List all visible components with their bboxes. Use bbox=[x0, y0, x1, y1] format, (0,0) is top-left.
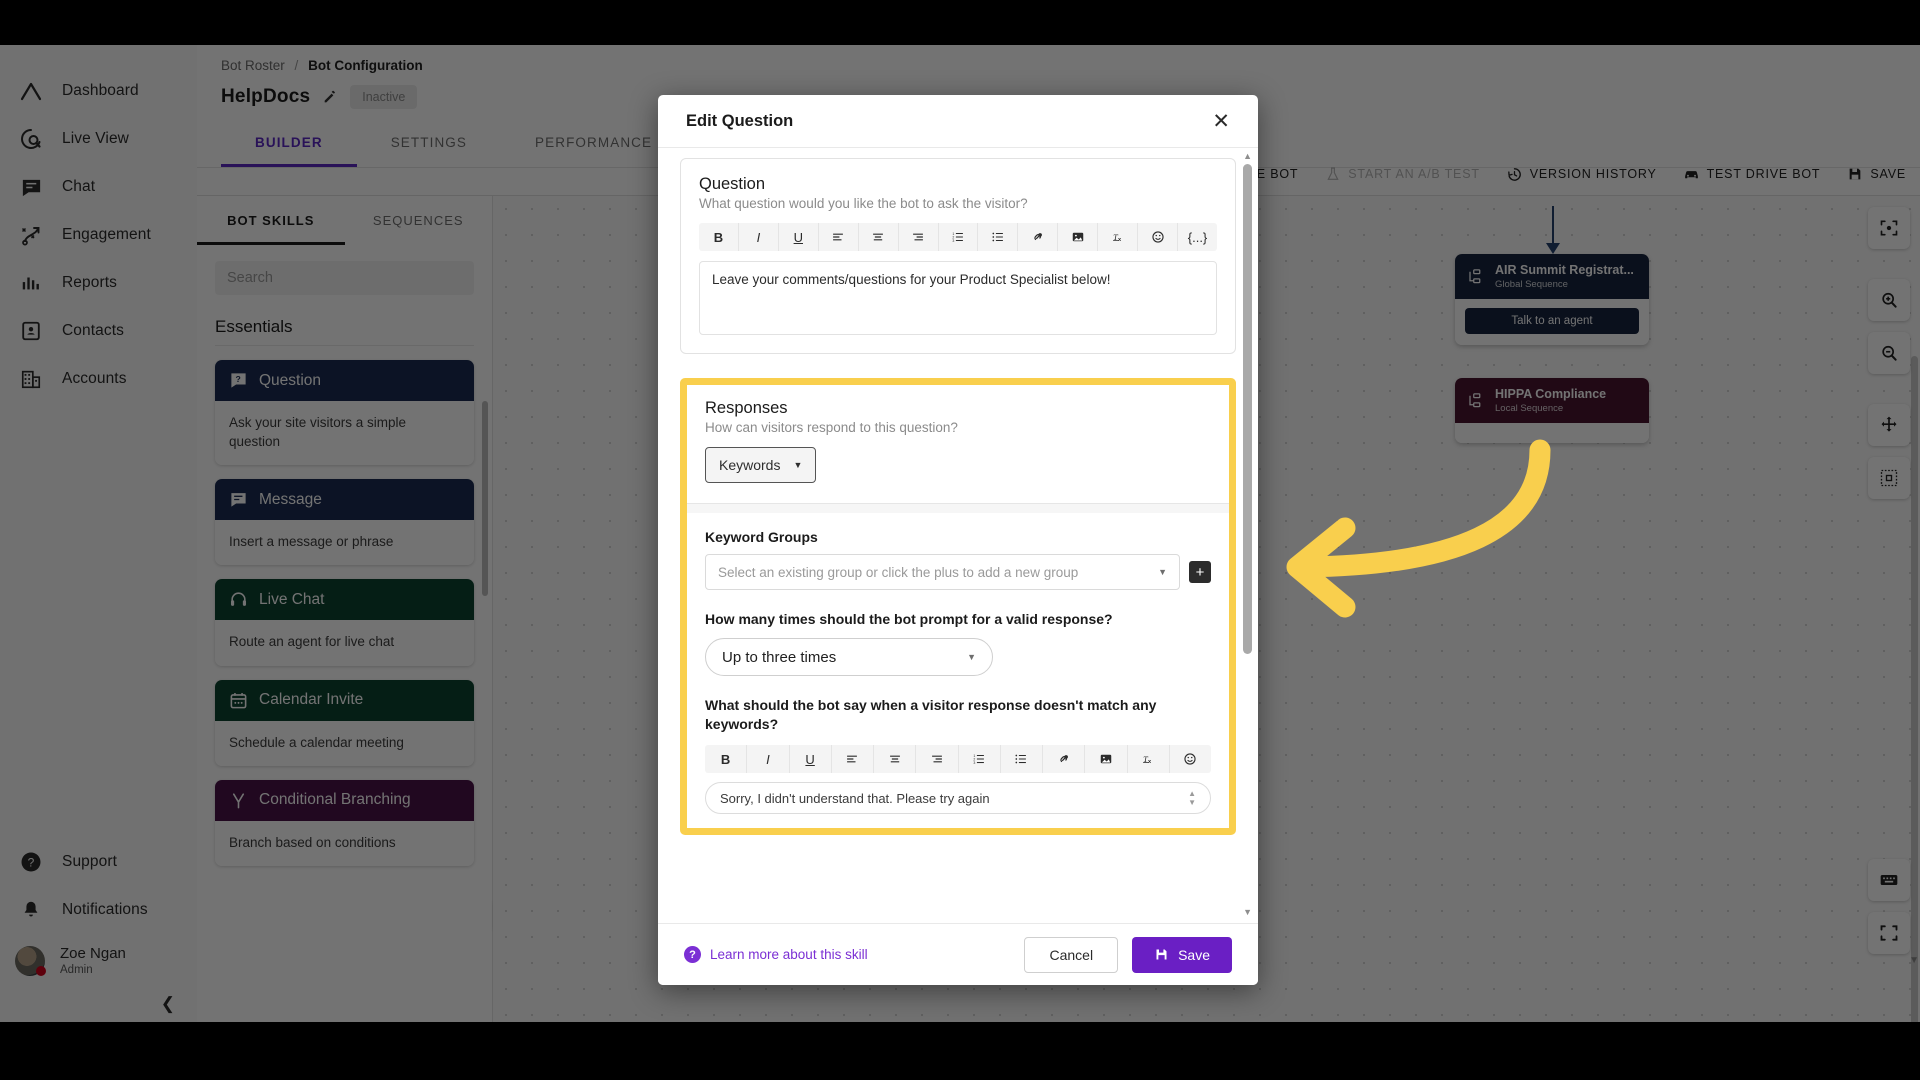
keyword-groups-placeholder: Select an existing group or click the pl… bbox=[718, 564, 1079, 580]
chevron-down-icon: ▼ bbox=[967, 652, 976, 663]
modal-title: Edit Question bbox=[686, 111, 794, 130]
chevron-down-icon: ▼ bbox=[793, 460, 803, 470]
fallback-message-value: Sorry, I didn't understand that. Please … bbox=[720, 790, 990, 806]
link-icon[interactable] bbox=[1018, 223, 1059, 251]
question-textarea[interactable]: Leave your comments/questions for your P… bbox=[699, 261, 1217, 335]
italic-button[interactable]: I bbox=[739, 223, 779, 251]
stepper-down-icon: ▼ bbox=[1188, 797, 1196, 807]
screen: Dashboard Live View Chat bbox=[0, 0, 1920, 1080]
keyword-groups-select[interactable]: Select an existing group or click the pl… bbox=[705, 554, 1180, 590]
chevron-down-icon[interactable]: ▼ bbox=[1243, 907, 1252, 917]
bold-button[interactable]: B bbox=[699, 223, 739, 251]
bullet-list-icon[interactable] bbox=[1001, 745, 1043, 774]
fallback-message-label: What should the bot say when a visitor r… bbox=[705, 697, 1157, 732]
svg-text:3: 3 bbox=[952, 239, 954, 243]
learn-more-link[interactable]: ? Learn more about this skill bbox=[684, 946, 868, 963]
close-icon[interactable]: ✕ bbox=[1212, 111, 1230, 132]
emoji-icon[interactable] bbox=[1138, 223, 1179, 251]
underline-icon: U bbox=[793, 229, 803, 245]
prompt-count-label: How many times should the bot prompt for… bbox=[705, 611, 1113, 627]
keyword-groups-row: Select an existing group or click the pl… bbox=[705, 554, 1211, 590]
bold-icon: B bbox=[720, 751, 731, 767]
footer-buttons: Cancel Save bbox=[1024, 936, 1232, 973]
underline-button[interactable]: U bbox=[790, 745, 832, 774]
fallback-message-input[interactable]: Sorry, I didn't understand that. Please … bbox=[705, 782, 1211, 815]
italic-icon: I bbox=[766, 751, 770, 767]
bullet-list-icon[interactable] bbox=[978, 223, 1019, 251]
add-keyword-group-button[interactable]: + bbox=[1189, 561, 1211, 583]
bold-icon: B bbox=[713, 229, 724, 245]
italic-icon: I bbox=[756, 229, 761, 245]
keyword-settings: Keyword Groups Select an existing group … bbox=[687, 513, 1229, 828]
image-icon[interactable] bbox=[1058, 223, 1099, 251]
bold-button[interactable]: B bbox=[705, 745, 748, 774]
align-center-icon[interactable] bbox=[859, 223, 899, 251]
chevron-up-icon[interactable]: ▲ bbox=[1243, 151, 1252, 161]
next-section-peek bbox=[680, 851, 1236, 873]
link-icon[interactable] bbox=[1043, 745, 1086, 774]
clear-format-icon[interactable]: Tx bbox=[1098, 223, 1139, 251]
fallback-rich-text-toolbar: B I U 123 Tx bbox=[705, 745, 1211, 774]
stepper-icon[interactable]: ▲ ▼ bbox=[1188, 788, 1196, 807]
responses-section: Responses How can visitors respond to th… bbox=[687, 385, 1229, 828]
response-type-select[interactable]: Keywords ▼ bbox=[705, 447, 817, 483]
align-left-icon[interactable] bbox=[832, 745, 874, 774]
question-section: Question What question would you like th… bbox=[680, 158, 1236, 354]
edit-question-modal: Edit Question ✕ ▲ ▼ Question What questi… bbox=[658, 95, 1258, 985]
save-button[interactable]: Save bbox=[1132, 936, 1232, 973]
align-right-icon[interactable] bbox=[899, 223, 939, 251]
save-label: Save bbox=[1178, 946, 1210, 963]
ordered-list-icon[interactable]: 123 bbox=[939, 223, 979, 251]
help-circle-icon: ? bbox=[684, 946, 701, 963]
prompt-count-value: Up to three times bbox=[722, 648, 837, 666]
plus-icon: + bbox=[1195, 563, 1205, 581]
responses-header: Responses How can visitors respond to th… bbox=[687, 385, 1229, 503]
italic-button[interactable]: I bbox=[747, 745, 790, 774]
clear-format-icon[interactable]: Tx bbox=[1128, 745, 1170, 774]
learn-more-label: Learn more about this skill bbox=[710, 947, 868, 962]
responses-heading: Responses bbox=[705, 399, 788, 417]
question-subheading: What question would you like the bot to … bbox=[699, 196, 1028, 211]
align-center-icon[interactable] bbox=[874, 745, 917, 774]
svg-text:3: 3 bbox=[974, 761, 976, 765]
underline-button[interactable]: U bbox=[779, 223, 819, 251]
responses-subheading: How can visitors respond to this questio… bbox=[705, 420, 958, 435]
align-right-icon[interactable] bbox=[916, 745, 959, 774]
modal-footer: ? Learn more about this skill Cancel Sav… bbox=[658, 923, 1258, 985]
modal-scrollbar[interactable] bbox=[1243, 164, 1252, 654]
modal-header: Edit Question ✕ bbox=[658, 95, 1258, 148]
align-left-icon[interactable] bbox=[819, 223, 859, 251]
response-type-value: Keywords bbox=[719, 457, 781, 473]
section-spacer bbox=[687, 504, 1229, 513]
prompt-count-select[interactable]: Up to three times ▼ bbox=[705, 638, 993, 677]
merge-field-button[interactable]: {...} bbox=[1178, 223, 1217, 251]
stepper-up-icon: ▲ bbox=[1188, 788, 1196, 798]
question-heading: Question bbox=[699, 175, 766, 193]
question-rich-text-toolbar: B I U 123 Tx {...} bbox=[699, 223, 1217, 251]
chevron-down-icon: ▼ bbox=[1158, 567, 1167, 577]
emoji-icon[interactable] bbox=[1170, 745, 1211, 773]
ordered-list-icon[interactable]: 123 bbox=[959, 745, 1001, 774]
underline-icon: U bbox=[805, 751, 815, 767]
modal-body: ▲ ▼ Question What question would you lik… bbox=[658, 148, 1258, 923]
image-icon[interactable] bbox=[1085, 745, 1128, 774]
responses-highlight-block: Responses How can visitors respond to th… bbox=[680, 378, 1236, 836]
save-icon bbox=[1154, 947, 1169, 962]
keyword-groups-label: Keyword Groups bbox=[705, 529, 818, 545]
cancel-button[interactable]: Cancel bbox=[1024, 936, 1119, 973]
